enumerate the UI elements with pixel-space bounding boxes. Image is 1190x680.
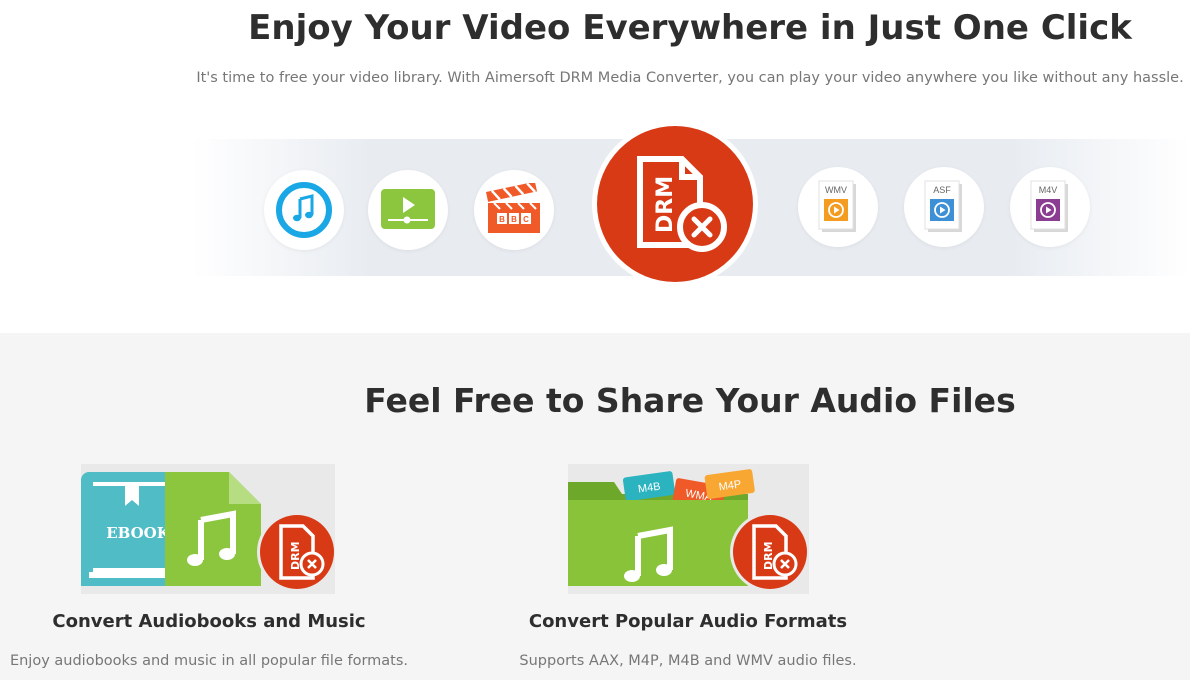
section-title: Feel Free to Share Your Audio Files [364,381,1016,420]
video-player-icon [368,170,448,250]
hero-title: Enjoy Your Video Everywhere in Just One … [248,8,1132,48]
drm-remove-icon: DRM [592,121,758,287]
wmv-label: WMV [825,185,847,195]
asf-file-icon: ASF [904,167,984,247]
feature-title-formats: Convert Popular Audio Formats [528,611,848,632]
drm-big-label: DRM [653,176,678,233]
audiobook-illustration: EBOOK DRM [81,464,335,594]
hero-subtitle: It's time to free your video library. Wi… [196,70,1184,86]
svg-text:B: B [511,215,517,224]
feature-desc-formats: Supports AAX, M4P, M4B and WMV audio fil… [519,653,857,669]
feature-title-audiobooks: Convert Audiobooks and Music [52,611,366,632]
bbc-clapper-icon: B B C [474,170,554,250]
audio-formats-illustration: M4B WMA M4P DRM [568,464,809,594]
ebook-label: EBOOK [106,524,171,542]
itunes-icon [264,170,344,250]
svg-text:C: C [523,215,529,224]
m4v-label: M4V [1039,185,1058,195]
bbc-label: B [499,215,505,224]
asf-label: ASF [933,185,951,195]
m4v-file-icon: M4V [1010,167,1090,247]
wmv-file-icon: WMV [798,167,878,247]
feature-desc-audiobooks: Enjoy audiobooks and music in all popula… [9,653,409,669]
